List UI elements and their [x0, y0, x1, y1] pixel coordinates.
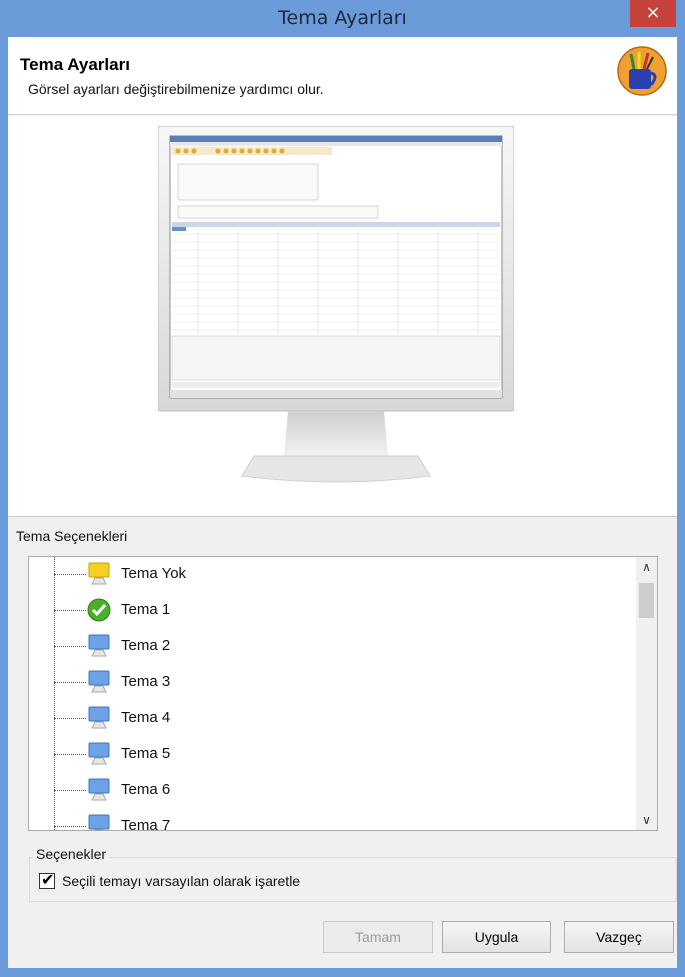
monitor-preview-image	[158, 126, 514, 483]
apply-button[interactable]: Uygula	[442, 921, 551, 953]
tree-item-tema-3[interactable]: Tema 3	[29, 665, 649, 701]
monitor-blue-icon	[88, 706, 110, 729]
window-title: Tema Ayarları	[278, 7, 407, 29]
options-group-legend: Seçenekler	[33, 846, 110, 862]
theme-tree[interactable]: Tema Yok Tema 1 Tema 2 Tema 3 Tema 4 Tem…	[28, 556, 658, 831]
monitor-blue-icon	[88, 634, 110, 657]
title-bar[interactable]: Tema Ayarları ×	[0, 0, 685, 37]
tree-item-label: Tema 3	[121, 673, 171, 690]
tree-item-label: Tema 2	[121, 637, 171, 654]
tree-item-tema-6[interactable]: Tema 6	[29, 773, 649, 809]
scroll-up-arrow-icon[interactable]: ∧	[636, 557, 657, 577]
monitor-blue-icon	[88, 742, 110, 765]
paint-brushes-cup-icon	[617, 46, 667, 96]
cancel-button[interactable]: Vazgeç	[564, 921, 674, 953]
close-button[interactable]: ×	[630, 0, 676, 27]
header-panel: Tema Ayarları Görsel ayarları değiştireb…	[8, 37, 677, 115]
tree-branch-line	[54, 646, 86, 647]
tree-branch-line	[54, 790, 86, 791]
tree-item-label: Tema Yok	[121, 565, 187, 582]
checkmark-icon: ✔	[41, 870, 55, 889]
tree-scrollbar[interactable]: ∧ ∨	[636, 557, 657, 830]
tree-item-label: Tema 6	[121, 781, 171, 798]
tree-branch-line	[54, 682, 86, 683]
monitor-blue-icon	[88, 814, 110, 830]
tree-item-tema-4[interactable]: Tema 4	[29, 701, 649, 737]
tree-item-tema-7[interactable]: Tema 7	[29, 809, 649, 831]
green-check-icon	[87, 598, 111, 622]
tree-branch-line	[54, 754, 86, 755]
ok-button[interactable]: Tamam	[323, 921, 433, 953]
tree-branch-line	[54, 610, 86, 611]
dialog-body: Tema Ayarları Görsel ayarları değiştireb…	[8, 37, 677, 968]
default-theme-checkbox[interactable]: ✔	[39, 870, 55, 889]
tree-branch-line	[54, 826, 86, 827]
themes-section-label: Tema Seçenekleri	[16, 528, 128, 544]
tree-item-tema-yok[interactable]: Tema Yok	[29, 557, 649, 593]
theme-preview-panel	[8, 116, 677, 517]
monitor-yellow-icon	[88, 562, 110, 585]
scroll-down-arrow-icon[interactable]: ∨	[636, 810, 657, 830]
tree-branch-line	[54, 718, 86, 719]
scroll-thumb[interactable]	[639, 583, 654, 618]
monitor-blue-icon	[88, 670, 110, 693]
header-title: Tema Ayarları	[20, 55, 130, 74]
header-subtitle: Görsel ayarları değiştirebilmenize yardı…	[28, 81, 324, 97]
tree-item-label: Tema 1	[121, 601, 171, 618]
default-theme-checkbox-label[interactable]: Seçili temayı varsayılan olarak işaretle	[62, 873, 300, 889]
tree-item-label: Tema 7	[121, 817, 171, 831]
dialog-window: Tema Ayarları × Tema Ayarları Görsel aya…	[0, 0, 685, 977]
tree-item-label: Tema 4	[121, 709, 171, 726]
tree-item-tema-2[interactable]: Tema 2	[29, 629, 649, 665]
tree-branch-line	[54, 574, 86, 575]
monitor-blue-icon	[88, 778, 110, 801]
tree-item-tema-5[interactable]: Tema 5	[29, 737, 649, 773]
tree-item-tema-1[interactable]: Tema 1	[29, 593, 649, 629]
tree-item-label: Tema 5	[121, 745, 171, 762]
